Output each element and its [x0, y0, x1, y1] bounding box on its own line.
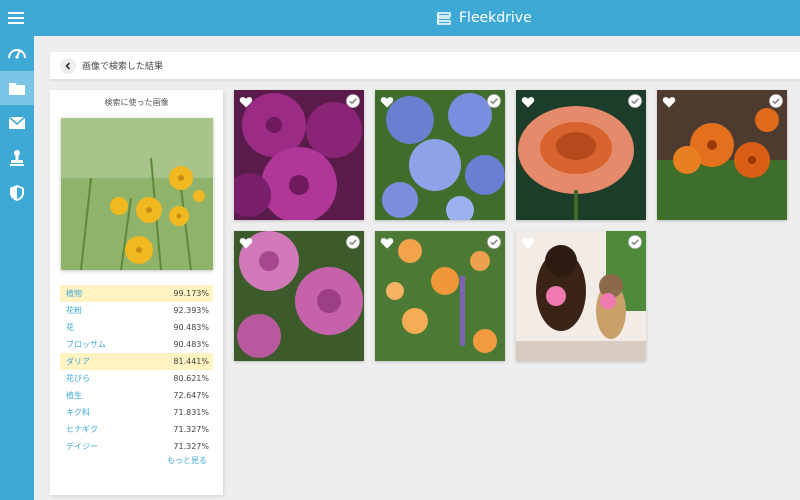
mail-icon: [8, 116, 26, 129]
label-row: デイジー 71.327%: [60, 438, 213, 455]
sidebar-item-files[interactable]: [0, 71, 34, 105]
heart-icon[interactable]: [380, 95, 394, 109]
sidebar-item-dashboard[interactable]: [0, 36, 34, 70]
label-name[interactable]: 植生: [66, 390, 82, 401]
label-score: 81.441%: [173, 357, 209, 366]
chevron-left-icon: [65, 62, 71, 70]
heart-icon[interactable]: [380, 236, 394, 250]
label-row: ダリア 81.441%: [60, 353, 213, 370]
result-thumbnail[interactable]: [375, 231, 505, 361]
result-thumbnail[interactable]: [657, 90, 787, 220]
label-score: 99.173%: [173, 289, 209, 298]
panel-title: 検索に使った画像: [104, 98, 169, 107]
brand-logo[interactable]: Fleekdrive: [435, 7, 532, 29]
label-row: ブロッサム 90.483%: [60, 336, 213, 353]
top-bar: Fleekdrive: [0, 0, 800, 36]
sidebar-item-security[interactable]: [0, 176, 34, 210]
heart-icon[interactable]: [662, 95, 676, 109]
page-title: 画像で検索した結果: [82, 62, 164, 72]
shield-icon: [10, 185, 24, 201]
check-circle-icon[interactable]: [628, 94, 642, 108]
label-name[interactable]: 植物: [66, 288, 82, 299]
heart-icon[interactable]: [239, 95, 253, 109]
sidebar: [0, 36, 34, 500]
dashboard-icon: [8, 49, 26, 59]
heart-icon[interactable]: [521, 236, 535, 250]
fleekdrive-logo-icon: [437, 12, 451, 25]
check-circle-icon[interactable]: [769, 94, 783, 108]
label-row: 花粉 92.393%: [60, 302, 213, 319]
check-circle-icon[interactable]: [487, 94, 501, 108]
label-score: 71.327%: [173, 442, 209, 451]
search-image: [61, 118, 213, 270]
hamburger-icon[interactable]: [8, 10, 26, 26]
label-name[interactable]: ヒナギク: [66, 424, 98, 435]
label-score: 71.327%: [173, 425, 209, 434]
heart-icon[interactable]: [239, 236, 253, 250]
more-link[interactable]: もっと見る: [167, 455, 207, 466]
check-circle-icon[interactable]: [346, 235, 360, 249]
label-name[interactable]: ブロッサム: [66, 339, 106, 350]
label-score: 90.483%: [173, 323, 209, 332]
label-score: 90.483%: [173, 340, 209, 349]
check-circle-icon[interactable]: [628, 235, 642, 249]
check-circle-icon[interactable]: [346, 94, 360, 108]
label-name[interactable]: デイジー: [66, 441, 98, 452]
label-list: 植物 99.173% 花粉 92.393% 花 90.483% ブロッサム 90.483% ダリ…: [60, 285, 213, 455]
label-row: ヒナギク 71.327%: [60, 421, 213, 438]
folder-icon: [9, 82, 25, 95]
sidebar-item-mail[interactable]: [0, 106, 34, 140]
label-name[interactable]: 花びら: [66, 373, 90, 384]
label-row: キク科 71.831%: [60, 404, 213, 421]
result-thumbnail[interactable]: [234, 90, 364, 220]
label-name[interactable]: 花粉: [66, 305, 82, 316]
label-row: 花びら 80.621%: [60, 370, 213, 387]
check-circle-icon[interactable]: [487, 235, 501, 249]
label-name[interactable]: ダリア: [66, 356, 90, 367]
label-row: 植物 99.173%: [60, 285, 213, 302]
label-row: 植生 72.647%: [60, 387, 213, 404]
result-thumbnail[interactable]: [516, 231, 646, 361]
result-thumbnail[interactable]: [375, 90, 505, 220]
label-score: 71.831%: [173, 408, 209, 417]
label-name[interactable]: 花: [66, 322, 74, 333]
label-row: 花 90.483%: [60, 319, 213, 336]
heart-icon[interactable]: [521, 95, 535, 109]
label-score: 92.393%: [173, 306, 209, 315]
stamp-icon: [10, 150, 24, 166]
sidebar-item-approval[interactable]: [0, 141, 34, 175]
result-thumbnail[interactable]: [516, 90, 646, 220]
label-score: 80.621%: [173, 374, 209, 383]
result-thumbnail[interactable]: [234, 231, 364, 361]
breadcrumb: 画像で検索した結果: [50, 52, 800, 80]
label-score: 72.647%: [173, 391, 209, 400]
label-name[interactable]: キク科: [66, 407, 90, 418]
app-name: Fleekdrive: [459, 10, 532, 26]
back-button[interactable]: [60, 58, 76, 74]
search-image-panel: 検索に使った画像 植物 99.173% 花粉 92.393% 花 90.483% ブロッサム…: [50, 90, 223, 495]
